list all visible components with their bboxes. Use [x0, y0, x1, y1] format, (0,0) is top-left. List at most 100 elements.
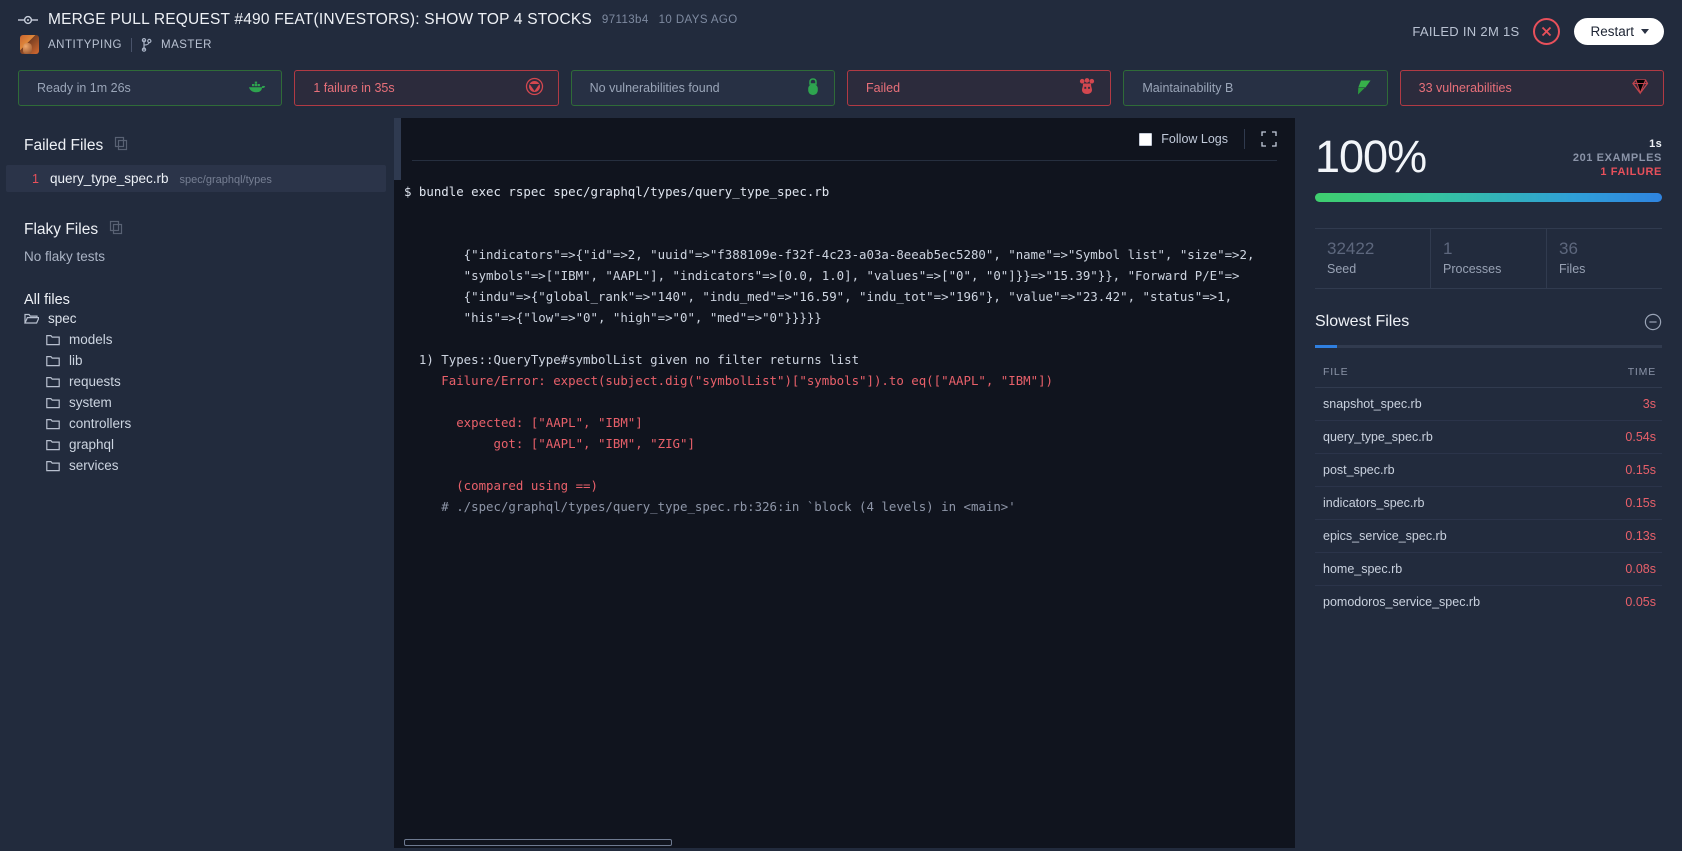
slowest-files-body: snapshot_spec.rb 3s query_type_spec.rb 0.54…: [1315, 387, 1662, 619]
log-line: $ bundle exec rspec spec/graphql/types/q…: [404, 184, 830, 199]
status-card-maintainability[interactable]: Maintainability B: [1123, 70, 1388, 106]
tree-folder-services[interactable]: services: [0, 455, 394, 476]
restart-button-label: Restart: [1590, 24, 1634, 39]
expand-fullscreen-icon[interactable]: [1245, 131, 1277, 147]
cell-time: 0.05s: [1625, 595, 1656, 609]
failed-file-path: spec/graphql/types: [179, 174, 272, 186]
cell-file: post_spec.rb: [1315, 453, 1589, 487]
log-line: "symbols"=>["IBM", "AAPL"], "indicators"…: [404, 268, 1240, 283]
status-card-ruby-vulnerabilities[interactable]: 33 vulnerabilities: [1399, 70, 1664, 106]
stat-label: Files: [1559, 262, 1586, 276]
log-line: # ./spec/graphql/types/query_type_spec.r…: [404, 499, 1016, 514]
status-card-label: 33 vulnerabilities: [1418, 81, 1512, 95]
all-files-title: All files: [24, 292, 70, 308]
console-toolbar: Follow Logs: [394, 118, 1295, 160]
scrollbar-thumb[interactable]: [394, 118, 401, 180]
log-line: got: ["AAPL", "IBM", "ZIG"]: [404, 436, 695, 451]
status-card-label: Failed: [865, 81, 901, 95]
scrollbar-thumb[interactable]: [404, 839, 672, 846]
files-sidebar: Failed Files 1 query_type_spec.rb spec/g…: [0, 118, 394, 848]
follow-logs-toggle[interactable]: Follow Logs: [1139, 132, 1244, 146]
status-cards: Ready in 1m 26s 1 failure in 35s No vuln…: [0, 64, 1682, 118]
tree-folder-models[interactable]: models: [0, 329, 394, 350]
cell-file: pomodoros_service_spec.rb: [1323, 595, 1481, 609]
console-scrollbar-horizontal[interactable]: [404, 839, 1305, 848]
table-row[interactable]: query_type_spec.rb 0.54s: [1315, 420, 1662, 454]
tree-folder-controllers[interactable]: controllers: [0, 413, 394, 434]
status-card-rspec[interactable]: 1 failure in 35s: [294, 70, 559, 106]
status-card-jest[interactable]: Failed: [846, 70, 1112, 106]
cell-time: 0.08s: [1588, 552, 1662, 586]
section-underline: [1315, 345, 1662, 348]
branch-name[interactable]: MASTER: [161, 39, 212, 51]
failed-file-item[interactable]: 1 query_type_spec.rb spec/graphql/types: [6, 165, 386, 192]
repo-meta-row: ANTITYPING MASTER: [18, 35, 738, 54]
elapsed-time: 1s: [1649, 138, 1662, 150]
tree-folder-system[interactable]: system: [0, 392, 394, 413]
tree-folder-graphql[interactable]: graphql: [0, 434, 394, 455]
log-line: "his"=>{"low"=>"0", "high"=>"0", "med"=>…: [404, 310, 822, 325]
table-row[interactable]: pomodoros_service_spec.rb 0.05s: [1315, 586, 1662, 619]
table-header-row: FILE TIME: [1315, 356, 1662, 388]
restart-button[interactable]: Restart: [1574, 18, 1664, 45]
log-console: Follow Logs $ bundle exec rspec spec/gra…: [394, 118, 1295, 848]
examples-count: 201 EXAMPLES: [1572, 152, 1662, 164]
tree-folder-label: lib: [69, 353, 83, 368]
progress-percent: 100%: [1315, 131, 1427, 182]
status-card-docker[interactable]: Ready in 1m 26s: [18, 70, 283, 106]
log-line: {"indu"=>{"global_rank"=>"140", "indu_me…: [404, 289, 1233, 304]
status-card-vulnerabilities[interactable]: No vulnerabilities found: [570, 70, 835, 106]
follow-logs-checkbox[interactable]: [1139, 132, 1153, 146]
diamond-icon: [1353, 78, 1373, 99]
branch-icon: [141, 37, 152, 52]
table-row[interactable]: home_spec.rb 0.08s: [1315, 552, 1662, 586]
table-row[interactable]: post_spec.rb 0.15s: [1315, 453, 1662, 487]
flaky-empty-text: No flaky tests: [24, 249, 106, 264]
commit-node-icon: [18, 10, 38, 30]
log-line: 1) Types::QueryType#symbolList given no …: [404, 352, 860, 367]
cell-time: 0.15s: [1588, 453, 1662, 487]
copy-icon[interactable]: [114, 136, 129, 156]
tree-folder-lib[interactable]: lib: [0, 350, 394, 371]
table-row[interactable]: epics_service_spec.rb 0.13s: [1315, 519, 1662, 553]
failed-file-count: 1: [32, 172, 39, 186]
slowest-files-table: FILE TIME snapshot_spec.rb 3s query_type_s…: [1315, 356, 1662, 618]
tree-folder-label: models: [69, 332, 113, 347]
status-card-label: No vulnerabilities found: [589, 81, 720, 95]
folder-icon: [46, 439, 60, 451]
repo-name[interactable]: ANTITYPING: [48, 39, 122, 51]
run-stats: 32422 Seed 1 Processes 36 Files: [1315, 228, 1662, 289]
ruby-gem-icon: [1632, 78, 1649, 98]
stat-processes: 1 Processes: [1430, 229, 1546, 288]
failed-file-name: query_type_spec.rb: [49, 171, 169, 186]
table-row[interactable]: indicators_spec.rb 0.15s: [1315, 486, 1662, 520]
minus-circle-icon[interactable]: [1644, 313, 1662, 331]
console-scrollbar-vertical[interactable]: [394, 118, 401, 848]
status-card-label: Maintainability B: [1142, 81, 1234, 95]
stat-files: 36 Files: [1546, 229, 1662, 288]
build-status-text: FAILED IN 2m 1s: [1412, 24, 1520, 39]
tree-folder-label: graphql: [69, 437, 115, 452]
copy-icon[interactable]: [109, 220, 124, 240]
stat-value: 36: [1559, 239, 1578, 258]
stat-value: 32422: [1327, 239, 1375, 258]
folder-icon: [46, 376, 60, 388]
close-icon[interactable]: [1533, 18, 1561, 45]
tree-folder-label: spec: [48, 311, 77, 326]
tree-folder-spec[interactable]: spec: [0, 308, 394, 329]
folder-open-icon: [24, 312, 39, 325]
cell-file: indicators_spec.rb: [1315, 486, 1589, 520]
cell-file: query_type_spec.rb: [1315, 420, 1589, 454]
commit-age: 10 DAYS AGO: [658, 14, 738, 26]
cell-time: 0.15s: [1588, 486, 1662, 520]
tree-folder-requests[interactable]: requests: [0, 371, 394, 392]
cell-time: 3s: [1588, 387, 1662, 421]
cell-file: home_spec.rb: [1315, 552, 1589, 586]
cell-file: snapshot_spec.rb: [1315, 387, 1589, 421]
table-row[interactable]: snapshot_spec.rb 3s: [1315, 387, 1662, 421]
failed-files-title: Failed Files: [24, 137, 104, 154]
header-actions: FAILED IN 2m 1s Restart: [1412, 18, 1664, 45]
